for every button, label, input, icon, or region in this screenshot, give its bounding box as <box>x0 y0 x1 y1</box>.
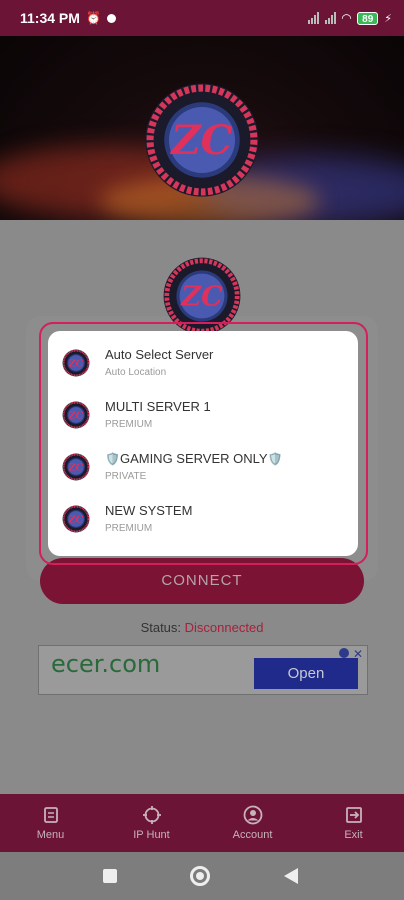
server-name: Auto Select Server <box>105 347 214 362</box>
server-item[interactable]: NEW SYSTEM PREMIUM <box>48 493 358 545</box>
status-bar: 11:34 PM ⏰ ◠ 89 ⚡ <box>0 0 404 36</box>
server-subtitle: PREMIUM <box>105 419 153 430</box>
server-name: GAMING SERVER ONLY <box>119 451 268 466</box>
zc-logo-icon <box>143 81 261 199</box>
ad-info-icon[interactable] <box>339 648 349 658</box>
signal-2-icon <box>324 12 336 24</box>
nav-ip-hunt-label: IP Hunt <box>133 829 170 841</box>
nav-menu[interactable]: Menu <box>0 794 101 852</box>
recents-icon[interactable] <box>103 869 117 883</box>
exit-icon <box>345 807 362 823</box>
server-item[interactable]: 🛡️GAMING SERVER ONLY🛡️ PRIVATE <box>48 441 358 493</box>
crosshair-icon <box>142 806 161 824</box>
server-subtitle: Auto Location <box>105 367 167 378</box>
nav-menu-label: Menu <box>36 829 65 841</box>
system-nav-bar <box>0 852 404 900</box>
shield-icon: 🛡️ <box>105 452 120 466</box>
battery-indicator: 89 <box>357 11 379 25</box>
notification-dot-icon <box>106 13 116 23</box>
signal-icon <box>307 12 319 24</box>
shield-icon: 🛡️ <box>267 452 283 466</box>
ad-brand-text: ecer.com <box>51 650 161 678</box>
server-item[interactable]: Auto Select Server Auto Location <box>48 337 358 389</box>
status-value: Disconnected <box>184 620 264 635</box>
home-icon[interactable] <box>190 866 210 886</box>
server-subtitle: PRIVATE <box>105 471 147 482</box>
server-name-container: 🛡️GAMING SERVER ONLY🛡️ <box>105 451 283 466</box>
status-right: ◠ 89 ⚡ <box>307 11 392 25</box>
connection-status: Status: Disconnected <box>0 620 404 635</box>
ad-close-icon[interactable]: ✕ <box>353 647 363 661</box>
nav-exit-label: Exit <box>344 829 363 841</box>
back-icon[interactable] <box>284 868 298 884</box>
status-time: 11:34 PM <box>20 10 80 26</box>
server-logo-icon <box>62 349 90 377</box>
charging-icon: ⚡ <box>384 12 392 25</box>
server-name: MULTI SERVER 1 <box>105 399 211 414</box>
server-name: NEW SYSTEM <box>105 503 193 518</box>
bottom-nav: Menu IP Hunt Account Exit <box>0 794 404 852</box>
server-logo-icon <box>62 453 90 481</box>
status-label: Status: <box>140 620 182 635</box>
ad-banner[interactable]: ecer.com Open ✕ <box>38 645 368 695</box>
nav-exit[interactable]: Exit <box>303 794 404 852</box>
account-icon <box>243 805 262 825</box>
server-subtitle: PREMIUM <box>105 523 153 534</box>
nav-account[interactable]: Account <box>202 794 303 852</box>
nav-ip-hunt[interactable]: IP Hunt <box>101 794 202 852</box>
nav-account-label: Account <box>232 829 273 841</box>
alarm-icon: ⏰ <box>85 11 101 25</box>
ad-open-button[interactable]: Open <box>254 658 358 689</box>
header-banner <box>0 36 404 220</box>
wifi-icon: ◠ <box>341 11 352 25</box>
menu-icon <box>43 807 58 823</box>
server-logo-icon <box>62 401 90 429</box>
server-select-dialog: Auto Select Server Auto Location MULTI S… <box>48 331 358 556</box>
server-logo-icon <box>62 505 90 533</box>
server-item[interactable]: MULTI SERVER 1 PREMIUM <box>48 389 358 441</box>
